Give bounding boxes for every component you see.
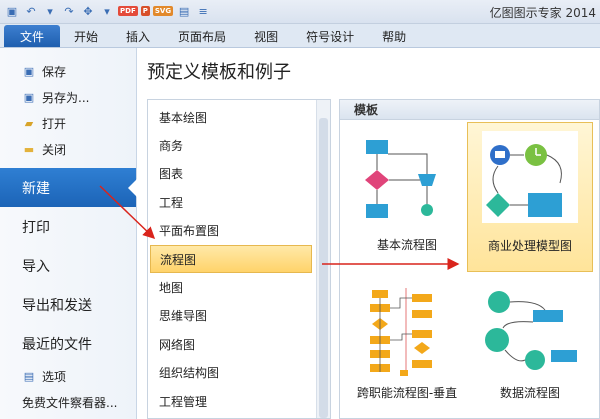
options-icon: ▤ [23, 369, 35, 383]
business-process-thumbnail [482, 131, 578, 223]
template-label: 基本流程图 [376, 238, 437, 252]
tab-home[interactable]: 开始 [60, 25, 112, 47]
nav-open-label: 打开 [42, 116, 67, 131]
save-icon[interactable]: ▣ [4, 3, 20, 19]
category-item[interactable]: 商务 [148, 131, 314, 159]
nav-options[interactable]: ▤ 选项 [0, 363, 136, 389]
template-label: 数据流程图 [499, 386, 560, 400]
quick-access-toolbar: ▣ ↶ ▾ ↷ ✥ ▾ PDF P SVG ▤ ≡ [4, 3, 211, 19]
template-panel: 模板 基本流程图 商业处理模型图 跨职能流程图-垂直 数据流程图 [339, 99, 600, 419]
category-item[interactable]: 工程管理 [148, 387, 314, 415]
nav-import[interactable]: 导入 [0, 246, 136, 285]
basic-flowchart-thumbnail [365, 140, 436, 218]
dropdown-icon[interactable]: ▾ [99, 3, 115, 19]
close-folder-icon: ▬ [23, 142, 35, 156]
template-basic-flowchart[interactable]: 基本流程图 [344, 124, 470, 274]
template-label: 跨职能流程图-垂直 [356, 386, 458, 400]
open-icon: ▰ [24, 116, 34, 130]
template-label: 商业处理模型图 [487, 239, 572, 253]
template-panel-header: 模板 [340, 100, 599, 120]
nav-open[interactable]: ▰ 打开 [0, 112, 136, 134]
category-item[interactable]: 地图 [148, 273, 314, 301]
template-business-process[interactable]: 商业处理模型图 [467, 122, 593, 272]
nav-options-label: 选项 [42, 369, 67, 384]
ppt-export-icon[interactable]: P [140, 6, 150, 16]
document-icon[interactable]: ▤ [176, 3, 192, 19]
template-data-flow[interactable]: 数据流程图 [467, 280, 593, 419]
nav-new[interactable]: 新建 [0, 168, 137, 207]
nav-print[interactable]: 打印 [0, 207, 136, 246]
nav-recent[interactable]: 最近的文件 [0, 324, 136, 363]
svg-export-icon[interactable]: SVG [152, 6, 174, 16]
app-title: 亿图图示专家 2014 [489, 6, 596, 20]
tab-insert[interactable]: 插入 [112, 25, 164, 47]
category-item[interactable]: 基本绘图 [148, 103, 314, 131]
nav-close-label: 关闭 [42, 142, 67, 157]
tab-page-layout[interactable]: 页面布局 [164, 25, 240, 47]
category-item[interactable]: 工程 [148, 188, 314, 216]
scrollbar-thumb[interactable] [319, 118, 328, 418]
redo-icon[interactable]: ↷ [61, 3, 77, 19]
tab-help[interactable]: 帮助 [368, 25, 420, 47]
cross-functional-thumbnail [370, 288, 432, 376]
category-item-selected[interactable]: 流程图 [150, 244, 312, 274]
nav-save-label: 保存 [42, 64, 67, 79]
nav-save-as-label: 另存为... [42, 90, 90, 105]
backstage-nav: ▣ 保存 ▣ 另存为... ▰ 打开 ▬ 关闭 新建 打印 导入 导出和发送 最… [0, 48, 137, 419]
category-item[interactable]: 网络图 [148, 330, 314, 358]
template-cross-functional-vertical[interactable]: 跨职能流程图-垂直 [344, 280, 470, 419]
pdf-export-icon[interactable]: PDF [118, 6, 138, 16]
category-list: 基本绘图 商务 图表 工程 平面布置图 流程图 地图 思维导图 网络图 组织结构… [147, 99, 331, 419]
dropdown-icon[interactable]: ▾ [42, 3, 58, 19]
move-icon[interactable]: ✥ [80, 3, 96, 19]
nav-free-viewer[interactable]: 免费文件察看器... [0, 389, 136, 415]
customize-icon[interactable]: ≡ [195, 3, 211, 19]
tab-symbol-design[interactable]: 符号设计 [292, 25, 368, 47]
nav-save-as[interactable]: ▣ 另存为... [0, 86, 136, 108]
category-item[interactable]: 思维导图 [148, 302, 314, 330]
tab-view[interactable]: 视图 [240, 25, 292, 47]
nav-close[interactable]: ▬ 关闭 [0, 138, 136, 160]
ribbon-tabs: 文件 开始 插入 页面布局 视图 符号设计 帮助 [0, 24, 600, 48]
category-scrollbar[interactable] [316, 100, 330, 418]
tab-file[interactable]: 文件 [4, 25, 61, 47]
title-bar: ▣ ↶ ▾ ↷ ✥ ▾ PDF P SVG ▤ ≡ 亿图图示专家 2014 [0, 0, 600, 24]
nav-free-viewer-label: 免费文件察看器... [22, 395, 118, 410]
category-item[interactable]: 平面布置图 [148, 217, 314, 245]
save-as-icon: ▣ [23, 90, 35, 104]
nav-save[interactable]: ▣ 保存 [0, 60, 136, 82]
undo-icon[interactable]: ↶ [23, 3, 39, 19]
data-flow-thumbnail [485, 291, 577, 370]
category-item[interactable]: 图表 [148, 160, 314, 188]
page-title: 预定义模板和例子 [147, 62, 291, 83]
category-item[interactable]: 组织结构图 [148, 359, 314, 387]
save-icon: ▣ [23, 64, 35, 78]
nav-export-send[interactable]: 导出和发送 [0, 285, 136, 324]
